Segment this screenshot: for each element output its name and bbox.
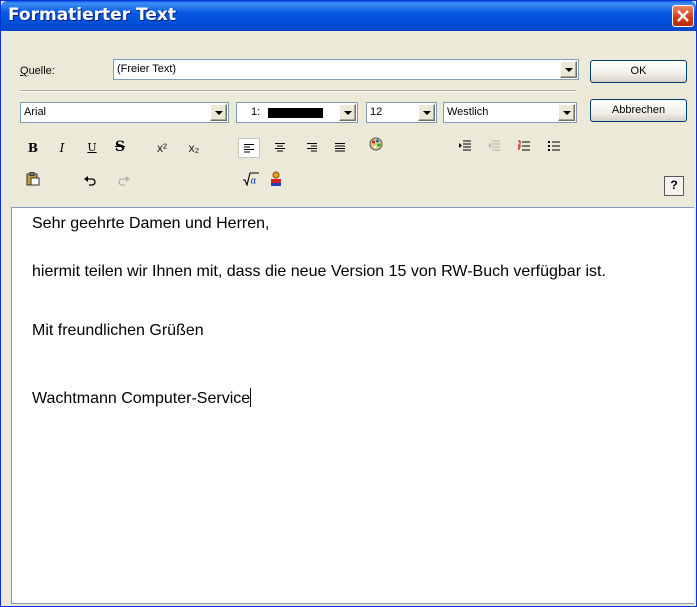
field-icon <box>271 171 281 186</box>
ok-button[interactable]: OK <box>590 60 687 83</box>
close-button[interactable] <box>672 5 694 27</box>
editor-line: Wachtmann Computer-Service <box>32 388 252 407</box>
text-editor[interactable]: Sehr geehrte Damen und Herren, hiermit t… <box>11 207 694 604</box>
indent-decrease-button[interactable] <box>483 138 505 158</box>
font-dropdown-arrow[interactable] <box>210 104 227 121</box>
align-left-icon <box>244 144 254 153</box>
script-value: Westlich <box>447 106 489 118</box>
indent-decrease-icon <box>488 140 500 151</box>
formatted-text-dialog: Formatierter Text Quelle: (Freier Text) … <box>0 0 697 607</box>
align-right-button[interactable] <box>301 138 323 158</box>
formula-button[interactable]: α <box>240 172 262 192</box>
script-select[interactable]: Westlich <box>443 102 577 123</box>
script-dropdown-arrow[interactable] <box>558 104 575 121</box>
undo-button[interactable] <box>79 172 101 192</box>
svg-text:α: α <box>251 177 257 187</box>
justify-button[interactable] <box>329 138 351 158</box>
font-value: Arial <box>24 106 47 118</box>
numbered-list-button[interactable] <box>513 138 535 158</box>
editor-line: hiermit teilen wir Ihnen mit, dass die n… <box>32 263 606 280</box>
undo-icon <box>84 176 96 186</box>
cancel-button[interactable]: Abbrechen <box>590 99 687 122</box>
bullet-list-icon <box>548 141 560 151</box>
source-dropdown-arrow[interactable] <box>560 61 577 78</box>
color-dropdown-arrow[interactable] <box>339 104 356 121</box>
align-center-button[interactable] <box>269 138 291 158</box>
indent-increase-button[interactable] <box>454 138 476 158</box>
size-select[interactable]: 12 <box>366 102 437 123</box>
color-palette-button[interactable] <box>365 137 387 157</box>
source-label: Quelle: <box>20 65 55 77</box>
color-prefix: 1: <box>251 106 261 118</box>
align-right-icon <box>307 143 317 152</box>
editor-line: Mit freundlichen Grüßen <box>32 322 204 339</box>
color-swatch <box>268 108 323 118</box>
underline-button[interactable]: U <box>81 138 103 158</box>
superscript-button[interactable]: x² <box>151 138 173 158</box>
separator <box>20 90 576 92</box>
italic-button[interactable]: I <box>51 138 73 158</box>
font-select[interactable]: Arial <box>20 102 229 123</box>
size-value: 12 <box>370 106 383 118</box>
redo-button[interactable] <box>113 172 135 192</box>
square-root-icon: α <box>243 172 259 187</box>
subscript-button[interactable]: x₂ <box>183 138 205 158</box>
bullet-list-button[interactable] <box>543 138 565 158</box>
title-bar[interactable]: Formatierter Text <box>1 1 696 31</box>
align-left-button[interactable] <box>238 138 260 158</box>
insert-field-button[interactable] <box>265 171 287 191</box>
clipboard-icon <box>26 172 40 186</box>
redo-icon <box>118 176 130 186</box>
paste-button[interactable] <box>22 172 44 192</box>
window-title: Formatierter Text <box>8 5 176 25</box>
text-caret <box>250 388 252 407</box>
help-button[interactable]: ? <box>664 176 684 196</box>
bold-button[interactable]: B <box>22 138 44 158</box>
color-select[interactable]: 1: <box>236 102 358 123</box>
strikethrough-button[interactable]: S <box>109 137 131 157</box>
palette-icon <box>369 137 383 151</box>
size-dropdown-arrow[interactable] <box>418 104 435 121</box>
editor-line: Sehr geehrte Damen und Herren, <box>32 215 270 232</box>
numbered-list-icon <box>517 140 530 151</box>
close-icon <box>677 10 689 22</box>
align-center-icon <box>275 143 285 152</box>
justify-icon <box>335 143 345 152</box>
indent-increase-icon <box>459 140 471 151</box>
source-value: (Freier Text) <box>117 63 177 75</box>
source-select[interactable]: (Freier Text) <box>113 59 579 80</box>
